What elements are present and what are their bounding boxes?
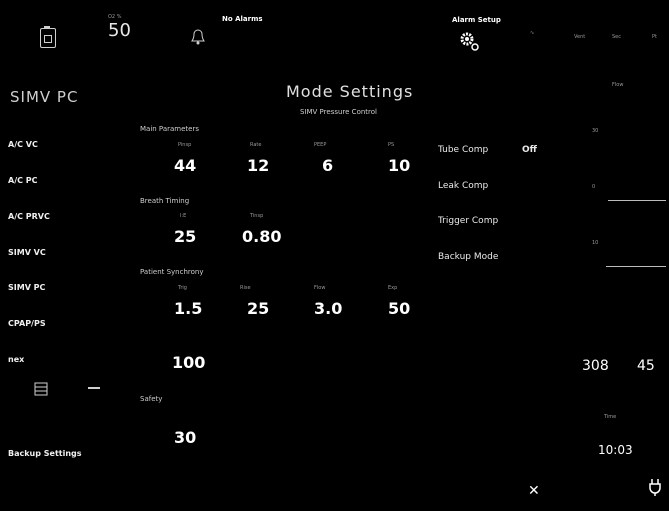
sidebar-item-nex[interactable]: nex (8, 355, 24, 364)
sync-exp-value[interactable]: 50 (388, 299, 410, 318)
current-mode-title: SIMV PC (10, 88, 79, 106)
sidebar-item-ac-prvc[interactable]: A/C PRVC (8, 212, 50, 221)
right-dim-label-1: Vent (574, 34, 586, 40)
gear-icon[interactable] (458, 30, 480, 52)
timing-tinsp-value[interactable]: 0.80 (242, 227, 281, 246)
sync-extra-value[interactable]: 100 (172, 353, 205, 372)
clock-time: 10:03 (598, 443, 633, 457)
alarm-setup-label[interactable]: Alarm Setup (452, 16, 501, 24)
param-caption-peep: PEEP (314, 142, 327, 148)
timing-ie-value[interactable]: 25 (174, 227, 196, 246)
section-patient-synchrony: Patient Synchrony (140, 268, 204, 276)
o2-readout: O2 % 50 (108, 14, 131, 41)
grid-icon[interactable] (34, 381, 48, 396)
waveform-line-2 (606, 266, 666, 267)
param-caption-ps: PS (388, 142, 395, 148)
param-peep-value[interactable]: 6 (322, 156, 333, 175)
flow-icon[interactable]: ∿ (530, 30, 534, 36)
sidebar-item-cpap-ps[interactable]: CPAP/PS (8, 319, 46, 328)
sidebar-item-ac-vc[interactable]: A/C VC (8, 140, 38, 149)
section-main-parameters: Main Parameters (140, 125, 200, 133)
param-caption-rate: Rate (250, 142, 262, 148)
trigger-comp-label[interactable]: Trigger Comp (438, 216, 498, 226)
section-breath-timing: Breath Timing (140, 197, 190, 205)
clock-caption: Time (604, 414, 617, 420)
sync-trigger-value[interactable]: 1.5 (174, 299, 202, 318)
param-pinsp-value[interactable]: 44 (174, 156, 196, 175)
right-dim-label-3: Pt (652, 34, 657, 40)
sync-caption-rise: Rise (240, 285, 251, 291)
waveform-line-1 (608, 200, 666, 201)
scale-mid: 0 (592, 184, 596, 190)
safety-value[interactable]: 30 (174, 428, 196, 447)
sync-caption-trig: Trig (178, 285, 187, 291)
reading-1: 308 (582, 358, 609, 374)
reading-2: 45 (637, 358, 655, 374)
waveform-title: Flow (612, 82, 624, 88)
page-subtitle: SIMV Pressure Control (300, 108, 377, 116)
bell-icon[interactable] (188, 26, 208, 46)
leak-comp-label[interactable]: Leak Comp (438, 181, 488, 191)
tube-comp-label[interactable]: Tube Comp (438, 145, 488, 155)
backup-mode-label[interactable]: Backup Mode (438, 252, 498, 262)
section-safety: Safety (140, 395, 163, 403)
minus-icon[interactable] (88, 387, 100, 389)
close-icon[interactable]: ✕ (528, 483, 540, 499)
timing-caption-ie: I:E (180, 213, 187, 219)
sidebar-item-simv-vc[interactable]: SIMV VC (8, 248, 46, 257)
scale-top: 30 (592, 128, 599, 134)
battery-icon (40, 26, 56, 48)
right-dim-label-2: Sec (612, 34, 621, 40)
o2-value: 50 (108, 20, 131, 41)
sync-caption-exp: Exp (388, 285, 398, 291)
param-rate-value[interactable]: 12 (247, 156, 269, 175)
plug-icon (648, 478, 662, 496)
sync-caption-flow: Flow (314, 285, 326, 291)
param-caption-pinsp: Pinsp (178, 142, 192, 148)
alarm-status: No Alarms (222, 15, 263, 23)
sidebar-item-ac-pc[interactable]: A/C PC (8, 176, 38, 185)
page-title: Mode Settings (286, 82, 414, 101)
tube-comp-value[interactable]: Off (522, 145, 537, 155)
backup-settings-link[interactable]: Backup Settings (8, 449, 82, 458)
param-ps-value[interactable]: 10 (388, 156, 410, 175)
timing-caption-tinsp: Tinsp (250, 213, 264, 219)
sync-flow-value[interactable]: 3.0 (314, 299, 342, 318)
sync-rise-value[interactable]: 25 (247, 299, 269, 318)
scale-low: 10 (592, 240, 599, 246)
sidebar-item-simv-pc[interactable]: SIMV PC (8, 283, 45, 292)
